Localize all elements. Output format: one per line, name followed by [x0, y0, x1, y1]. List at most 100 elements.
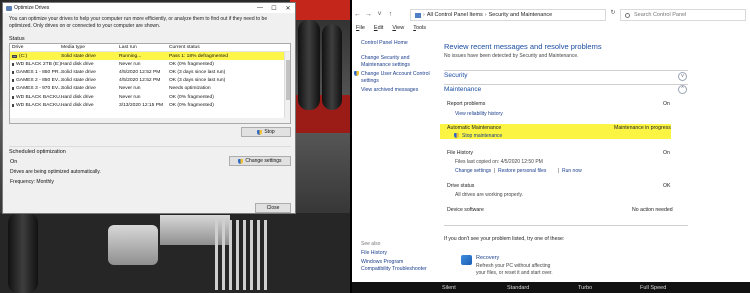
- table-header: Drive Media type Last run Current status: [10, 44, 290, 52]
- recovery-description-line2: your files, or reset it and start over.: [476, 270, 553, 276]
- chevron-up-icon[interactable]: ^: [678, 85, 687, 94]
- close-window-button[interactable]: ✕: [281, 5, 295, 12]
- photo-block: [160, 215, 230, 245]
- archived-messages-link[interactable]: View archived messages: [361, 87, 418, 94]
- optimize-drives-app-icon: [6, 5, 12, 11]
- main-pane: Review recent messages and resolve probl…: [430, 35, 750, 293]
- media-type: Hard disk drive: [61, 61, 94, 67]
- menu-edit[interactable]: Edit: [374, 25, 383, 31]
- photo-tube: [8, 213, 38, 293]
- menu-bar: File Edit View Tools: [356, 25, 426, 31]
- drive-name: GAMES 1 - 850 PR...: [16, 69, 63, 75]
- photo-ram-fin: [264, 220, 267, 290]
- table-row[interactable]: WD BLACK 2TB (E:) Hard disk drive Never …: [10, 60, 290, 68]
- table-row[interactable]: GAMES 2 - 850 EV... Solid state drive 4/…: [10, 77, 290, 85]
- drive-icon: [12, 54, 17, 58]
- current-status: OK (0% fragmented): [169, 94, 214, 100]
- table-vertical-scrollbar[interactable]: [284, 52, 290, 123]
- section-divider: [444, 225, 688, 226]
- device-software-label: Device software: [447, 207, 484, 213]
- automatic-maintenance-label: Automatic Maintenance: [447, 125, 502, 131]
- change-settings-link-line2[interactable]: Maintenance settings: [361, 62, 410, 69]
- up-icon[interactable]: ↑: [385, 11, 396, 18]
- media-type: Solid state drive: [61, 53, 96, 59]
- compat-troubleshooter-link-line2[interactable]: Compatibility Troubleshooter: [361, 266, 427, 273]
- change-settings-button[interactable]: Change settings: [229, 156, 291, 166]
- close-button-label: Close: [266, 205, 280, 211]
- menu-view[interactable]: View: [392, 25, 404, 31]
- stop-maintenance-link[interactable]: Stop maintenance: [462, 133, 502, 139]
- control-panel-home-link[interactable]: Control Panel Home: [361, 40, 408, 47]
- schedule-state: On: [10, 159, 18, 165]
- maintenance-section-header[interactable]: Maintenance: [444, 86, 481, 93]
- photo-ram-fin: [243, 220, 246, 290]
- change-settings-label: Change settings: [245, 158, 282, 164]
- photo-pump: [108, 225, 158, 265]
- col-media-type[interactable]: Media type: [61, 45, 119, 50]
- breadcrumb[interactable]: › All Control Panel Items › Security and…: [410, 9, 606, 21]
- col-last-run[interactable]: Last run: [119, 45, 169, 50]
- search-input[interactable]: Search Control Panel: [620, 9, 746, 21]
- mode-turbo[interactable]: Turbo: [578, 285, 592, 291]
- table-row[interactable]: WD BLACK BACKU... Hard disk drive 3/13/2…: [10, 101, 290, 109]
- table-row[interactable]: GAMES 1 - 850 PR... Solid state drive 4/…: [10, 68, 290, 76]
- see-also-label: See also: [361, 241, 381, 247]
- breadcrumb-all-items[interactable]: All Control Panel Items: [427, 12, 483, 18]
- schedule-frequency: Frequency: Monthly: [10, 179, 54, 185]
- table-row[interactable]: WD BLACK BACKU... Hard disk drive Never …: [10, 93, 290, 101]
- uac-settings-link-line2[interactable]: settings: [361, 78, 379, 85]
- col-current-status[interactable]: Current status: [169, 45, 259, 50]
- file-history-value: On: [663, 150, 670, 156]
- current-status: OK (3 days since last run): [169, 78, 226, 84]
- restore-files-link[interactable]: Restore personal files: [498, 168, 546, 174]
- mode-full-speed[interactable]: Full Speed: [640, 285, 666, 291]
- forward-icon[interactable]: →: [363, 11, 374, 18]
- shield-icon: [454, 133, 459, 138]
- close-button[interactable]: Close: [255, 203, 291, 213]
- drive-icon: [12, 62, 14, 66]
- stop-button[interactable]: Stop: [241, 127, 291, 137]
- drives-working-text: All drives are working properly.: [455, 192, 523, 198]
- photo-ram-fin: [222, 220, 225, 290]
- shield-icon: [238, 158, 244, 164]
- recovery-description: Refresh your PC without affecting: [476, 263, 551, 269]
- menu-file[interactable]: File: [356, 25, 365, 31]
- drive-name: WD BLACK BACKU...: [16, 102, 64, 108]
- table-horizontal-scrollbar[interactable]: [10, 118, 286, 123]
- device-software-value: No action needed: [632, 207, 673, 213]
- file-history-label: File History: [447, 150, 473, 156]
- current-status: OK (3 days since last run): [169, 69, 226, 75]
- section-divider: [444, 84, 688, 85]
- report-problems-label: Report problems: [447, 101, 486, 107]
- report-problems-value: On: [663, 101, 670, 107]
- mode-standard[interactable]: Standard: [507, 285, 529, 291]
- fh-change-settings-link[interactable]: Change settings: [455, 168, 491, 174]
- menu-tools[interactable]: Tools: [413, 25, 426, 31]
- security-section-header[interactable]: Security: [444, 72, 467, 79]
- photo-ram-fin: [250, 220, 253, 290]
- mode-silent[interactable]: Silent: [442, 285, 456, 291]
- col-drive[interactable]: Drive: [10, 45, 61, 50]
- media-type: Solid state drive: [61, 69, 96, 75]
- scrollbar-thumb[interactable]: [286, 60, 290, 100]
- shield-icon: [257, 129, 263, 135]
- file-history-link[interactable]: File History: [361, 250, 387, 257]
- maximize-button[interactable]: ☐: [267, 5, 281, 12]
- recovery-link[interactable]: Recovery: [476, 255, 499, 261]
- media-type: Hard disk drive: [61, 94, 94, 100]
- minimize-button[interactable]: —: [253, 5, 267, 12]
- chevron-down-icon[interactable]: v: [678, 72, 687, 81]
- search-icon: [625, 12, 630, 18]
- run-now-link[interactable]: Run now: [562, 168, 582, 174]
- breadcrumb-security-maintenance[interactable]: Security and Maintenance: [489, 12, 553, 18]
- media-type: Solid state drive: [61, 86, 96, 92]
- left-pane: Control Panel Home Change Security and M…: [352, 35, 430, 293]
- view-reliability-link[interactable]: View reliability history: [455, 111, 503, 117]
- refresh-icon[interactable]: ↻: [608, 9, 618, 21]
- current-status: Needs optimization: [169, 86, 211, 92]
- recent-locations-icon[interactable]: ˅: [374, 11, 385, 18]
- table-row[interactable]: GAMES 3 - 970 EV... Solid state drive Ne…: [10, 85, 290, 93]
- drive-name: WD BLACK 2TB (E:): [16, 61, 62, 67]
- back-icon[interactable]: ←: [352, 11, 363, 18]
- table-row[interactable]: (C:) Solid state drive Running... Pass 1…: [10, 52, 290, 61]
